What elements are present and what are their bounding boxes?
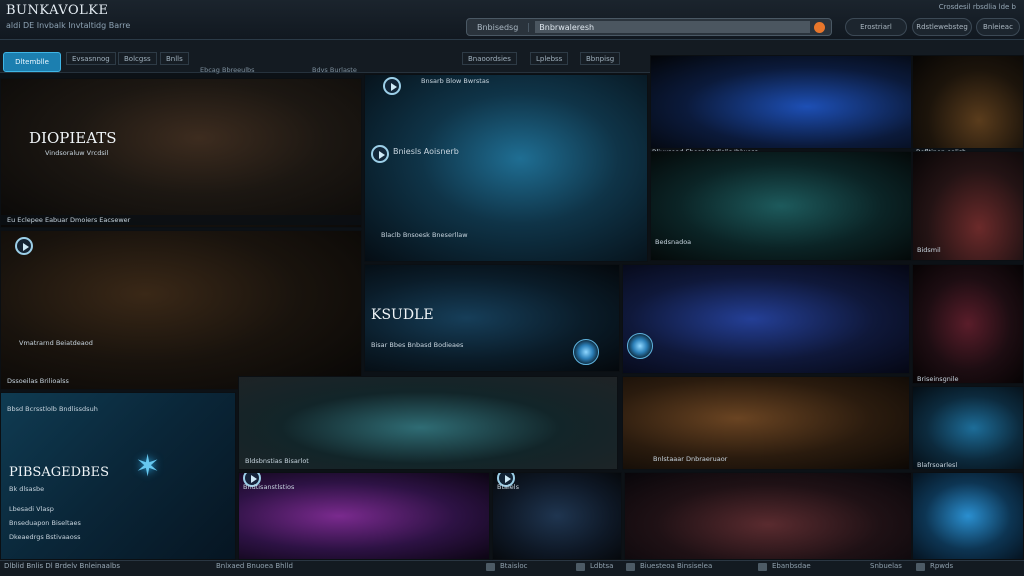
nav-item-1[interactable]: Evsasnnog: [66, 52, 116, 65]
tile-11-item-1[interactable]: Lbesadi Vlasp: [9, 505, 54, 513]
top-pill-2[interactable]: Rdstlewebsteg: [912, 18, 972, 36]
tile-11-title: PIBSAGEDBES: [9, 465, 109, 480]
bottom-left-text: Dlblid Bnlis Dl Brdelv Bnleinaalbs: [4, 562, 121, 570]
orb-icon[interactable]: [573, 339, 599, 365]
tile-3-header: Bnsarb Blow Bwrstas: [421, 77, 490, 85]
bottom-item-4[interactable]: Biuesteoa Binsiselea: [640, 562, 712, 570]
media-tile-6[interactable]: Bedsnadoa: [650, 151, 912, 261]
media-tile-3[interactable]: Bnsarb Blow Bwrstas Bniesls Aoisnerb Bla…: [364, 74, 648, 262]
bottom-item-2[interactable]: Btaisloc: [500, 562, 528, 570]
app-subtitle: aldi DE Invbalk Invtaltidg Barre: [6, 21, 131, 30]
media-tile-5[interactable]: [912, 55, 1024, 149]
bottom-item-3[interactable]: Ldbtsa: [590, 562, 613, 570]
bottom-item-1[interactable]: Bnlxaed Bnuoea Bhlld: [216, 562, 293, 570]
tile-11-subtitle: Bk dlsasbe: [9, 485, 45, 493]
tile-8-title: KSUDLE: [371, 307, 434, 323]
top-pill-3[interactable]: Bnleieac: [976, 18, 1020, 36]
menu-icon[interactable]: [486, 563, 495, 571]
tile-2-caption: Dssoeilas Brilioalss: [7, 377, 69, 385]
media-tile-7[interactable]: Bidsmil: [912, 151, 1024, 261]
tile-16-label: Btaiels: [497, 483, 519, 491]
search-input[interactable]: [535, 21, 810, 33]
search-go-icon[interactable]: [814, 21, 825, 33]
bottom-item-7[interactable]: Rpwds: [930, 562, 953, 570]
tile-1-title: DIOPIEATS: [29, 129, 117, 147]
tile-1-subtitle: Vindsoraluw Vrcdsil: [45, 149, 109, 157]
grid-icon[interactable]: [576, 563, 585, 571]
search-bar[interactable]: Bnbisedsg: [466, 18, 832, 36]
media-tile-12[interactable]: Bldsbnstias Bisarlot: [238, 376, 618, 470]
list-icon[interactable]: [916, 563, 925, 571]
media-tile-15[interactable]: Bndtisanstlstios: [238, 472, 490, 560]
tile-1-caption: Eu Eclepee Eabuar Dmoiers Eacsewer: [7, 216, 131, 224]
media-tile-14[interactable]: Blafrsoarlesl: [912, 386, 1024, 470]
media-tile-4[interactable]: [650, 55, 912, 149]
media-tile-8[interactable]: KSUDLE Bisar Bbes Bnbasd Bodieaes: [364, 264, 620, 372]
media-tile-16[interactable]: Btaiels: [492, 472, 622, 560]
top-pill-1[interactable]: Erostriarl: [845, 18, 907, 36]
tile-3-caption: Blaclb Bnsoesk Bneserllaw: [381, 231, 468, 239]
nav-subline-1: Ebcag Bbreeulbs: [200, 66, 255, 74]
media-tile-9[interactable]: [622, 264, 910, 374]
bottom-item-6[interactable]: Snbuelas: [870, 562, 902, 570]
nav-active-tab[interactable]: Dltemblle: [3, 52, 61, 72]
settings-icon[interactable]: [758, 563, 767, 571]
tile-15-label: Bndtisanstlstios: [243, 483, 295, 491]
nav-item-5[interactable]: Lplebss: [530, 52, 569, 65]
play-icon[interactable]: [371, 145, 389, 163]
tile-11-item-2[interactable]: Bnseduapon Biseltaes: [9, 519, 81, 527]
search-scope-label[interactable]: Bnbisedsg: [467, 22, 530, 32]
tile-2-subtitle: Vmatrarnd Beiatdeaod: [19, 339, 93, 347]
tile-7-label: Bidsmil: [917, 246, 941, 254]
bottom-item-5[interactable]: Ebanbsdae: [772, 562, 811, 570]
tile-12-label: Bldsbnstias Bisarlot: [245, 457, 309, 465]
media-tile-1[interactable]: DIOPIEATS Vindsoraluw Vrcdsil Eu Eclepee…: [0, 78, 362, 228]
tile-6-label: Bedsnadoa: [655, 238, 692, 246]
nav-item-4[interactable]: Bnaoordsies: [462, 52, 517, 65]
top-right-text: Crosdesil rbsdlia lde b: [938, 3, 1016, 11]
nav-item-3[interactable]: Bnlls: [160, 52, 189, 65]
nav-item-2[interactable]: Bolcgss: [118, 52, 157, 65]
media-tile-2[interactable]: Vmatrarnd Beiatdeaod Dssoeilas Brilioals…: [0, 230, 362, 390]
media-tile-11[interactable]: Bbsd Bcrsstlolb Bndlissdsuh PIBSAGEDBES …: [0, 392, 236, 560]
tile-3-title: Bniesls Aoisnerb: [393, 147, 459, 156]
tile-14-label: Blafrsoarlesl: [917, 461, 958, 469]
orb-icon[interactable]: [627, 333, 653, 359]
nav-subline-2: Bdvs Burlaste: [312, 66, 357, 74]
app-title: BUNKAVOLKE: [6, 3, 109, 18]
media-tile-18[interactable]: [912, 472, 1024, 560]
tile-10-label: Briseinsgnile: [917, 375, 959, 383]
star-glyph-icon: ✶: [135, 449, 161, 484]
tile-11-header: Bbsd Bcrsstlolb Bndlissdsuh: [7, 405, 98, 413]
nav-item-6[interactable]: Bbnpisg: [580, 52, 621, 65]
media-tile-17[interactable]: [624, 472, 912, 560]
tile-8-caption: Bisar Bbes Bnbasd Bodieaes: [371, 341, 464, 349]
play-icon[interactable]: [15, 237, 33, 255]
media-tile-13[interactable]: Bnlstaaar Dnbraeruaor: [622, 376, 910, 470]
camera-icon[interactable]: [626, 563, 635, 571]
tile-13-label: Bnlstaaar Dnbraeruaor: [653, 455, 728, 463]
tile-11-item-3[interactable]: Dkeaedrgs Bstivaaoss: [9, 533, 81, 541]
play-icon[interactable]: [383, 77, 401, 95]
media-tile-10[interactable]: Briseinsgnile: [912, 264, 1024, 384]
